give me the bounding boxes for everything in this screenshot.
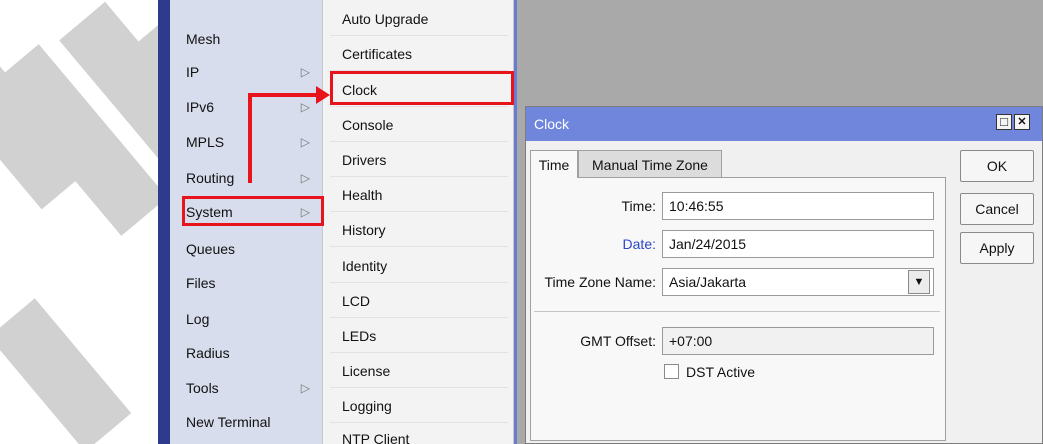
clock-titlebar[interactable]: Clock □ ✕ (526, 107, 1042, 141)
arrow-head-icon (316, 86, 330, 104)
menu-item-files[interactable]: Files (176, 268, 316, 298)
time-label: Time: (621, 198, 656, 214)
time-zone-select[interactable]: Asia/Jakarta (662, 268, 934, 296)
submenu-item-license[interactable]: License (330, 354, 508, 388)
tab-label: Manual Time Zone (592, 157, 708, 173)
submenu-item-drivers[interactable]: Drivers (330, 143, 508, 177)
submenu-item-lcd[interactable]: LCD (330, 284, 508, 318)
menu-item-label: MPLS (186, 134, 225, 150)
submenu-item-logging[interactable]: Logging (330, 389, 508, 423)
menu-item-routing[interactable]: Routing ▷ (176, 163, 316, 193)
time-zone-name-label: Time Zone Name: (544, 274, 656, 290)
menu-item-mesh[interactable]: Mesh (176, 24, 316, 54)
submenu-item-history[interactable]: History (330, 213, 508, 247)
menu-item-label: Routing (186, 170, 235, 186)
restore-icon[interactable]: □ (996, 114, 1012, 130)
dst-active-label: DST Active (686, 364, 755, 380)
section-divider (534, 311, 940, 312)
submenu-item-label: Drivers (342, 152, 387, 168)
submenu-item-identity[interactable]: Identity (330, 249, 508, 283)
time-input[interactable]: 10:46:55 (662, 192, 934, 220)
submenu-item-leds[interactable]: LEDs (330, 319, 508, 353)
date-input[interactable]: Jan/24/2015 (662, 230, 934, 258)
menu-item-label: IPv6 (186, 99, 215, 115)
date-label: Date: (622, 236, 656, 252)
menu-item-label: Log (186, 311, 210, 327)
submenu-item-label: Health (342, 187, 383, 203)
ok-button[interactable]: OK (960, 150, 1034, 182)
menu-item-label: Queues (186, 241, 236, 257)
tab-time[interactable]: Time (530, 150, 578, 178)
submenu-item-label: LEDs (342, 328, 377, 344)
submenu-item-auto-upgrade[interactable]: Auto Upgrade (330, 2, 508, 36)
screenshot-stage: Mesh IP ▷ IPv6 ▷ MPLS ▷ Routing ▷ System… (0, 0, 1043, 444)
submenu-item-label: Auto Upgrade (342, 11, 429, 27)
dst-active-checkbox[interactable] (664, 364, 679, 379)
submenu-arrow-icon: ▷ (300, 135, 310, 149)
menu-item-label: New Terminal (186, 414, 271, 430)
submenu-item-certificates[interactable]: Certificates (330, 37, 508, 71)
left-menu-strip (158, 0, 170, 444)
submenu-item-label: Identity (342, 258, 388, 274)
menu-item-label: Mesh (186, 31, 221, 47)
menu-item-tools[interactable]: Tools ▷ (176, 373, 316, 403)
tab-manual-time-zone[interactable]: Manual Time Zone (578, 150, 722, 178)
submenu-item-label: History (342, 222, 386, 238)
cancel-button[interactable]: Cancel (960, 193, 1034, 225)
menu-item-label: Files (186, 275, 216, 291)
submenu-item-health[interactable]: Health (330, 178, 508, 212)
dropdown-arrow-icon[interactable]: ▼ (908, 270, 930, 294)
submenu-arrow-icon: ▷ (300, 171, 310, 185)
apply-button[interactable]: Apply (960, 232, 1034, 264)
menu-item-queues[interactable]: Queues (176, 234, 316, 264)
gmt-offset-label: GMT Offset: (580, 333, 656, 349)
submenu-item-label: Certificates (342, 46, 413, 62)
menu-item-new-terminal[interactable]: New Terminal (176, 407, 316, 437)
gmt-offset-field: +07:00 (662, 327, 934, 355)
window-title: Clock (534, 116, 570, 132)
clock-highlight-box (330, 71, 514, 105)
menu-item-label: IP (186, 64, 200, 80)
menu-item-log[interactable]: Log (176, 304, 316, 334)
menu-item-mpls[interactable]: MPLS ▷ (176, 127, 316, 157)
submenu-item-label: Console (342, 117, 394, 133)
menu-item-ip[interactable]: IP ▷ (176, 57, 316, 87)
system-highlight-box (182, 196, 324, 226)
close-icon[interactable]: ✕ (1014, 114, 1030, 130)
submenu-item-label: LCD (342, 293, 371, 309)
submenu-item-label: License (342, 363, 391, 379)
submenu-arrow-icon: ▷ (300, 65, 310, 79)
submenu-arrow-icon: ▷ (300, 381, 310, 395)
menu-item-radius[interactable]: Radius (176, 338, 316, 368)
menu-item-label: Radius (186, 345, 230, 361)
tab-label: Time (538, 157, 570, 173)
submenu-item-label: Logging (342, 398, 392, 414)
arrow-horizontal-segment (248, 93, 320, 97)
submenu-item-ntp-client[interactable]: NTP Client (330, 422, 508, 444)
submenu-item-console[interactable]: Console (330, 108, 508, 142)
menu-item-label: Tools (186, 380, 219, 396)
arrow-vertical-segment (248, 93, 252, 183)
submenu-item-label: NTP Client (342, 431, 410, 444)
